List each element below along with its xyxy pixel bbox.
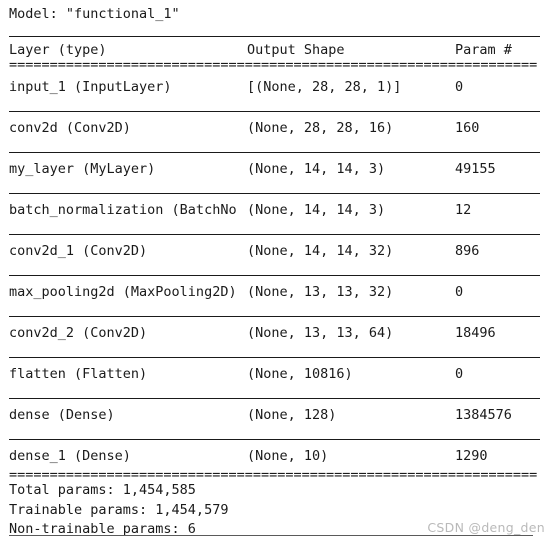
cell-layer: conv2d (Conv2D) [9,120,131,136]
table-row: my_layer (MyLayer) (None, 14, 14, 3) 491… [0,160,553,201]
cell-param: 1384576 [455,407,512,423]
cell-output-shape: (None, 128) [247,407,337,423]
cell-param: 0 [455,284,464,300]
row-separator-rule [9,398,540,399]
cell-layer: my_layer (MyLayer) [9,161,156,177]
cell-layer: conv2d_1 (Conv2D) [9,243,148,259]
cell-param: 0 [455,366,464,382]
cell-layer: dense (Dense) [9,407,115,423]
table-row: conv2d_2 (Conv2D) (None, 13, 13, 64) 184… [0,324,553,365]
table-row: input_1 (InputLayer) [(None, 28, 28, 1)]… [0,78,553,119]
cell-output-shape: (None, 14, 14, 32) [247,243,394,259]
cell-output-shape: (None, 28, 28, 16) [247,120,394,136]
row-separator-rule [9,152,540,153]
cell-output-shape: [(None, 28, 28, 1)] [247,79,402,95]
table-row: flatten (Flatten) (None, 10816) 0 [0,365,553,406]
cell-param: 18496 [455,325,496,341]
row-separator-rule [9,439,540,440]
cell-output-shape: (None, 14, 14, 3) [247,202,386,218]
column-header-output-shape: Output Shape [247,42,345,58]
footer-equals-separator: ========================================… [9,470,538,480]
table-row: conv2d_1 (Conv2D) (None, 14, 14, 32) 896 [0,242,553,283]
cell-layer: max_pooling2d (MaxPooling2D) [9,284,237,300]
trainable-params-text: Trainable params: 1,454,579 [9,501,229,518]
row-separator-rule [9,316,540,317]
table-row: dense (Dense) (None, 128) 1384576 [0,406,553,447]
model-summary-output: Model: "functional_1" Layer (type) Outpu… [0,0,553,545]
cell-output-shape: (None, 10816) [247,366,353,382]
bottom-rule [9,535,533,536]
row-separator-rule [9,275,540,276]
cell-layer: dense_1 (Dense) [9,448,131,464]
cell-layer: flatten (Flatten) [9,366,148,382]
cell-output-shape: (None, 14, 14, 3) [247,161,386,177]
header-equals-separator: ========================================… [9,60,538,70]
column-header-param: Param # [455,42,512,58]
cell-output-shape: (None, 13, 13, 64) [247,325,394,341]
cell-layer: batch_normalization (BatchNo [9,202,237,218]
table-row: batch_normalization (BatchNo (None, 14, … [0,201,553,242]
row-separator-rule [9,234,540,235]
cell-output-shape: (None, 10) [247,448,329,464]
cell-layer: conv2d_2 (Conv2D) [9,325,148,341]
cell-layer: input_1 (InputLayer) [9,79,172,95]
cell-param: 896 [455,243,480,259]
table-row: conv2d (Conv2D) (None, 28, 28, 16) 160 [0,119,553,160]
cell-param: 12 [455,202,472,218]
row-separator-rule [9,193,540,194]
cell-param: 160 [455,120,480,136]
cell-output-shape: (None, 13, 13, 32) [247,284,394,300]
non-trainable-params-text: Non-trainable params: 6 [9,521,196,537]
model-title: Model: "functional_1" [9,6,180,22]
cell-param: 49155 [455,161,496,177]
column-header-layer: Layer (type) [9,42,107,58]
cell-param: 1290 [455,448,488,464]
total-params-text: Total params: 1,454,585 [9,482,196,498]
row-separator-rule [9,111,540,112]
csdn-watermark: CSDN @deng_den [427,520,545,535]
table-top-rule [9,36,540,37]
row-separator-rule [9,357,540,358]
table-row: max_pooling2d (MaxPooling2D) (None, 13, … [0,283,553,324]
cell-param: 0 [455,79,464,95]
